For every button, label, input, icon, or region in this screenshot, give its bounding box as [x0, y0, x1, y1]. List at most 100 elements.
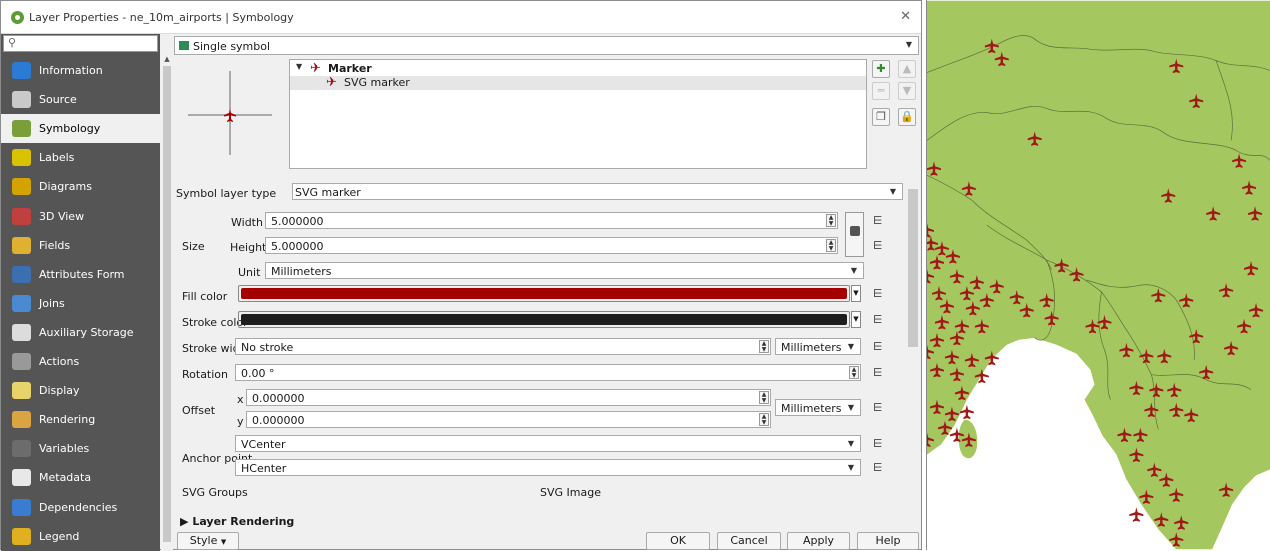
sidebar-item-actions[interactable]: Actions: [1, 347, 160, 376]
lock-layer-button[interactable]: 🔒: [898, 108, 916, 126]
unit-value: Millimeters: [271, 265, 332, 278]
properties-scrollbar[interactable]: [907, 177, 919, 505]
lock-icon: 🔒: [900, 110, 914, 123]
data-defined-override-icon[interactable]: ⋿: [873, 437, 889, 451]
offset-x-spinner[interactable]: ▲ ▼: [759, 391, 769, 404]
move-up-button[interactable]: ▲: [898, 60, 916, 78]
renderer-type-select[interactable]: Single symbol ▼: [174, 36, 919, 55]
stroke-width-input[interactable]: No stroke ▲ ▼: [235, 338, 771, 355]
scrollbar-thumb[interactable]: [908, 189, 918, 347]
sidebar-item-metadata[interactable]: Metadata: [1, 463, 160, 492]
tree-item-label: Marker: [328, 62, 372, 75]
sidebar-item-display[interactable]: Display: [1, 376, 160, 405]
source-icon: [12, 91, 31, 109]
sidebar-item-rendering[interactable]: Rendering: [1, 405, 160, 434]
horizontal-anchor-select[interactable]: HCenter ▼: [235, 459, 861, 476]
sidebar-item-diagrams[interactable]: Diagrams: [1, 172, 160, 201]
unit-select[interactable]: Millimeters ▼: [265, 262, 864, 279]
tree-item-svg-marker[interactable]: ✈ SVG marker: [290, 75, 866, 90]
size-label: Size: [182, 240, 205, 253]
sidebar-item-dependencies[interactable]: Dependencies: [1, 493, 160, 522]
style-menu-button[interactable]: Style ▼: [177, 532, 239, 550]
data-defined-override-icon[interactable]: ⋿: [873, 214, 889, 228]
auxiliary-storage-icon: [12, 323, 31, 341]
duplicate-layer-button[interactable]: ❐: [872, 108, 890, 126]
data-defined-override-icon[interactable]: ⋿: [873, 313, 889, 327]
data-defined-override-icon[interactable]: ⋿: [873, 461, 889, 475]
scroll-up-icon[interactable]: ▲: [162, 55, 172, 65]
sidebar-item-fields[interactable]: Fields: [1, 231, 160, 260]
ok-button[interactable]: OK: [646, 532, 710, 550]
stroke-color-button[interactable]: [238, 311, 850, 328]
symbol-layer-tree[interactable]: ▼ ✈ Marker ✈ SVG marker: [289, 59, 867, 169]
cancel-button[interactable]: Cancel: [717, 532, 781, 550]
data-defined-override-icon[interactable]: ⋿: [873, 287, 889, 301]
plus-icon: ✚: [876, 62, 886, 75]
width-input[interactable]: 5.000000 ▲ ▼: [265, 212, 838, 229]
sidebar-item-information[interactable]: Information: [1, 56, 160, 85]
stroke-width-unit-select[interactable]: Millimeters ▼: [775, 338, 861, 355]
apply-button[interactable]: Apply: [787, 532, 850, 550]
svg-image-label: SVG Image: [540, 486, 601, 499]
map-canvas[interactable]: [926, 0, 1270, 550]
offset-y-input[interactable]: 0.000000 ▲ ▼: [246, 411, 771, 428]
width-label: Width: [231, 216, 263, 229]
height-spinner[interactable]: ▲ ▼: [826, 239, 836, 252]
fill-color-button[interactable]: [238, 285, 850, 302]
expand-arrow-icon[interactable]: ▼: [296, 62, 302, 71]
width-spinner[interactable]: ▲ ▼: [826, 214, 836, 227]
single-symbol-icon: [179, 41, 189, 50]
stroke-width-spinner[interactable]: ▲ ▼: [759, 340, 769, 353]
sidebar-item-source[interactable]: Source: [1, 85, 160, 114]
data-defined-override-icon[interactable]: ⋿: [873, 366, 889, 380]
tree-item-marker[interactable]: ▼ ✈ Marker: [290, 61, 866, 76]
remove-symbol-layer-button[interactable]: ═: [872, 82, 890, 100]
offset-y-value: 0.000000: [252, 414, 305, 427]
offset-label: Offset: [182, 404, 216, 417]
help-button[interactable]: Help: [857, 532, 919, 550]
legend-icon: [12, 527, 31, 545]
sidebar-item-joins[interactable]: Joins: [1, 289, 160, 318]
chevron-down-icon: ▼: [847, 439, 854, 448]
vertical-anchor-select[interactable]: VCenter ▼: [235, 435, 861, 452]
lock-aspect-ratio-button[interactable]: [845, 212, 864, 257]
sidebar-search-input[interactable]: ⚲: [3, 35, 158, 52]
unit-label: Unit: [238, 266, 261, 279]
rotation-input[interactable]: 0.00 ° ▲ ▼: [235, 364, 861, 381]
symbol-layer-type-select[interactable]: SVG marker ▼: [292, 183, 903, 200]
symbology-icon: [12, 120, 31, 138]
sidebar-item-attributes-form[interactable]: Attributes Form: [1, 260, 160, 289]
close-button[interactable]: ✕: [900, 9, 911, 24]
sidebar-scrollbar[interactable]: ▲: [161, 54, 173, 551]
sidebar-item-legend[interactable]: Legend: [1, 522, 160, 551]
sidebar-item-3d-view[interactable]: 3D View: [1, 202, 160, 231]
scrollbar-thumb[interactable]: [163, 66, 171, 542]
sidebar-item-labels[interactable]: Labels: [1, 143, 160, 172]
sidebar-item-variables[interactable]: Variables: [1, 434, 160, 463]
arrow-up-icon: ▲: [902, 62, 912, 75]
rotation-spinner[interactable]: ▲ ▼: [849, 366, 859, 379]
3d-view-icon: [12, 207, 31, 225]
renderer-type-value: Single symbol: [193, 40, 271, 53]
layer-rendering-section[interactable]: ▶ Layer Rendering: [180, 515, 294, 528]
offset-x-value: 0.000000: [252, 392, 305, 405]
vertical-anchor-value: VCenter: [241, 438, 286, 451]
height-input[interactable]: 5.000000 ▲ ▼: [265, 237, 838, 254]
move-down-button[interactable]: ▼: [898, 82, 916, 100]
sidebar-item-auxiliary-storage[interactable]: Auxiliary Storage: [1, 318, 160, 347]
stroke-color-dropdown[interactable]: ▼: [851, 311, 861, 328]
offset-x-input[interactable]: 0.000000 ▲ ▼: [246, 389, 771, 406]
fill-color-dropdown[interactable]: ▼: [851, 285, 861, 302]
stroke-color-swatch: [241, 314, 847, 325]
data-defined-override-icon[interactable]: ⋿: [873, 239, 889, 253]
sidebar-item-symbology[interactable]: Symbology: [1, 114, 160, 144]
add-symbol-layer-button[interactable]: ✚: [872, 60, 890, 78]
data-defined-override-icon[interactable]: ⋿: [873, 340, 889, 354]
offset-unit-select[interactable]: Millimeters ▼: [775, 399, 861, 416]
actions-icon: [12, 353, 31, 370]
data-defined-override-icon[interactable]: ⋿: [873, 401, 889, 415]
height-value: 5.000000: [271, 240, 324, 253]
airplane-icon: ✈: [326, 75, 337, 90]
offset-y-spinner[interactable]: ▲ ▼: [759, 413, 769, 426]
diagrams-icon: [12, 178, 31, 196]
